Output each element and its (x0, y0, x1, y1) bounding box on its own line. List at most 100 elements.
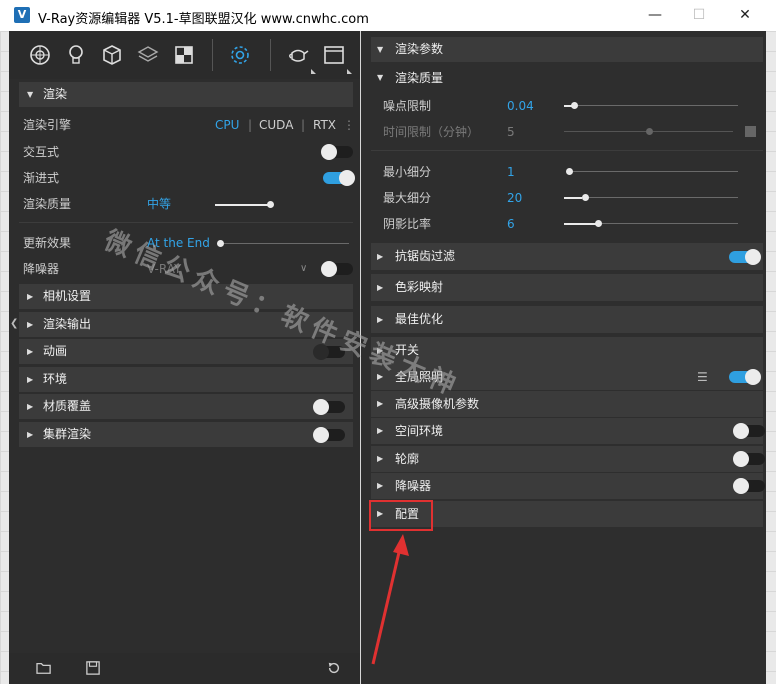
sliders-settings-icon[interactable]: ☰ (697, 364, 708, 390)
collapsed-triangle-icon: ▶ (377, 426, 384, 435)
outline-toggle[interactable] (733, 451, 765, 467)
min-subdivs-slider-track (573, 171, 738, 172)
max-subdivs-slider-handle[interactable] (582, 194, 589, 201)
time-limit-checkbox[interactable] (745, 126, 756, 137)
expanded-triangle-icon: ▼ (377, 45, 384, 54)
engine-cpu-option[interactable]: CPU (215, 112, 239, 138)
update-effects-slider-handle[interactable] (217, 240, 224, 247)
minimize-button[interactable]: — (632, 0, 678, 31)
advanced-camera-header[interactable]: ▶ 高级摄像机参数 (371, 391, 763, 417)
interactive-toggle[interactable] (321, 144, 353, 160)
engine-separator: | (248, 118, 253, 132)
material-override-header[interactable]: ▶ 材质覆盖 (19, 394, 353, 419)
volumetric-environment-toggle[interactable] (733, 423, 765, 439)
frame-buffer-icon[interactable] (321, 42, 347, 68)
quality-value: 中等 (147, 197, 172, 211)
materials-icon[interactable] (27, 42, 53, 68)
time-limit-slider-handle[interactable] (646, 128, 653, 135)
time-limit-row: 时间限制（分钟） 5 (371, 119, 763, 145)
left-panel: ▼ 渲染 渲染引擎 CPU | CUDA | RTX ⋮ 交互式 渐进式 渲染质… (9, 31, 360, 684)
quality-slider-fill (215, 204, 270, 206)
global-illumination-toggle[interactable] (729, 369, 761, 385)
denoiser-right-toggle[interactable] (733, 478, 765, 494)
distributed-render-toggle[interactable] (313, 427, 345, 443)
expanded-triangle-icon: ▼ (377, 73, 384, 82)
collapsed-triangle-icon: ▶ (377, 481, 384, 490)
collapsed-triangle-icon: ▶ (27, 347, 34, 356)
layers-icon[interactable] (135, 42, 161, 68)
noise-limit-row: 噪点限制 0.04 (371, 93, 763, 119)
more-options-icon[interactable]: ⋮ (343, 112, 355, 138)
open-folder-icon[interactable] (35, 661, 53, 677)
volumetric-environment-header[interactable]: ▶ 空间环境 (371, 418, 765, 444)
denoiser-header[interactable]: ▶ 降噪器 (371, 473, 765, 499)
engine-rtx-option[interactable]: RTX (313, 112, 336, 138)
engine-cuda-option[interactable]: CUDA (259, 112, 293, 138)
collapsed-triangle-icon: ▶ (27, 430, 34, 439)
shade-rate-slider-handle[interactable] (595, 220, 602, 227)
title-bar: V V-Ray资源编辑器 V5.1-草图联盟汉化 www.cnwhc.com —… (0, 0, 776, 32)
noise-limit-slider-handle[interactable] (571, 102, 578, 109)
highlight-box (369, 500, 433, 531)
shade-rate-slider-fill (564, 223, 596, 225)
render-quality-row: 渲染质量 中等 (19, 191, 353, 217)
divider (371, 150, 763, 151)
antialiasing-filter-toggle[interactable] (729, 249, 761, 265)
save-icon[interactable] (84, 661, 102, 677)
quality-slider-handle[interactable] (267, 201, 274, 208)
collapsed-triangle-icon: ▶ (27, 375, 34, 384)
shade-rate-slider-track (602, 223, 738, 224)
noise-limit-value[interactable]: 0.04 (507, 93, 534, 119)
render-settings-list: ▼ 渲染 渲染引擎 CPU | CUDA | RTX ⋮ 交互式 渐进式 渲染质… (19, 82, 355, 682)
antialiasing-filter-header[interactable]: ▶ 抗锯齿过滤 (371, 243, 763, 270)
animation-header[interactable]: ▶ 动画 (19, 339, 353, 364)
progressive-row: 渐进式 (19, 165, 355, 191)
noise-limit-slider-track (578, 105, 738, 106)
dropdown-corner-icon (347, 69, 352, 74)
collapse-left-arrow-icon[interactable]: ❮ (10, 318, 18, 332)
reset-icon[interactable] (325, 661, 343, 677)
optimization-header[interactable]: ▶ 最佳优化 (371, 306, 763, 333)
render-engine-row: 渲染引擎 CPU | CUDA | RTX ⋮ (19, 112, 355, 138)
shade-rate-value[interactable]: 6 (507, 211, 515, 237)
textures-icon[interactable] (171, 42, 197, 68)
collapsed-triangle-icon: ▶ (377, 454, 384, 463)
chevron-down-icon[interactable]: ∨ (300, 256, 307, 282)
min-subdivs-row: 最小细分 1 (371, 159, 763, 185)
material-override-toggle[interactable] (313, 399, 345, 415)
time-limit-value[interactable]: 5 (507, 119, 515, 145)
collapsed-triangle-icon: ▶ (377, 283, 384, 292)
min-subdivs-slider-handle[interactable] (566, 168, 573, 175)
max-subdivs-slider-fill (564, 197, 582, 199)
outline-header[interactable]: ▶ 轮廓 (371, 446, 765, 472)
expanded-triangle-icon: ▼ (27, 90, 34, 99)
collapsed-triangle-icon: ▶ (377, 315, 384, 324)
progressive-toggle[interactable] (323, 170, 355, 186)
render-quality-subheader[interactable]: ▼ 渲染质量 (371, 67, 763, 89)
collapsed-triangle-icon: ▶ (377, 399, 384, 408)
shade-rate-row: 阴影比率 6 (371, 211, 763, 237)
time-limit-slider-track (564, 131, 649, 132)
min-subdivs-value[interactable]: 1 (507, 159, 515, 185)
geometry-icon[interactable] (99, 42, 125, 68)
lights-icon[interactable] (63, 42, 89, 68)
collapsed-triangle-icon: ▶ (27, 292, 34, 301)
max-subdivs-value[interactable]: 20 (507, 185, 522, 211)
denoiser-toggle[interactable] (321, 261, 353, 277)
render-section-header[interactable]: ▼ 渲染 (19, 82, 353, 107)
engine-separator: | (301, 118, 306, 132)
color-mapping-header[interactable]: ▶ 色彩映射 (371, 274, 763, 301)
close-button[interactable]: ✕ (722, 0, 768, 31)
toolbar-divider (212, 39, 213, 71)
settings-icon[interactable] (227, 42, 253, 68)
max-subdivs-slider-track (589, 197, 738, 198)
distributed-render-header[interactable]: ▶ 集群渲染 (19, 422, 353, 447)
divider (19, 222, 353, 223)
maximize-button[interactable]: ☐ (676, 0, 722, 31)
environment-header[interactable]: ▶ 环境 (19, 367, 353, 392)
collapsed-triangle-icon: ▶ (27, 402, 34, 411)
render-teapot-icon[interactable] (285, 42, 311, 68)
collapsed-triangle-icon: ▶ (377, 252, 384, 261)
dropdown-corner-icon (311, 69, 316, 74)
render-params-header[interactable]: ▼ 渲染参数 (371, 37, 763, 62)
